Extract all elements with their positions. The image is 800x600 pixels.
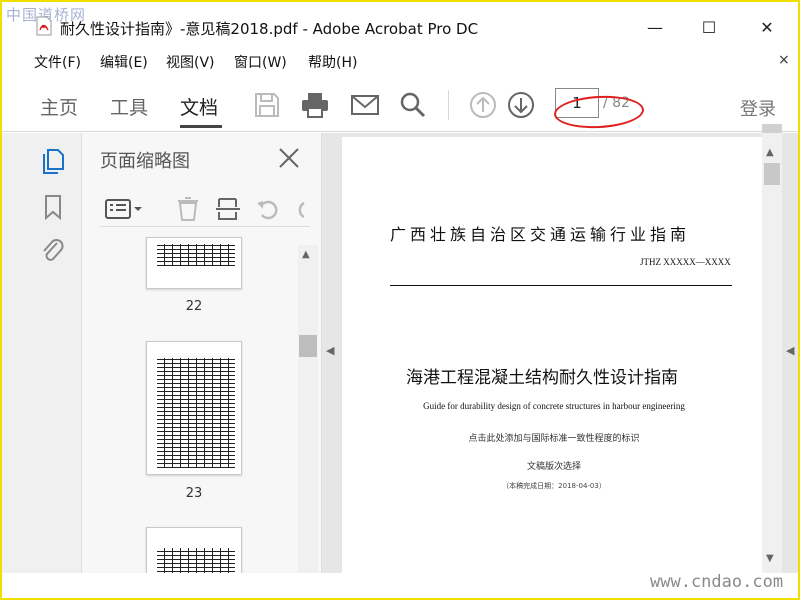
attachments-icon[interactable] xyxy=(40,237,66,265)
title-bar: 中国道桥网 耐久性设计指南》-意见稿2018.pdf - Adobe Acrob… xyxy=(2,2,798,46)
document-scrollbar[interactable]: ▲ ▼ xyxy=(762,133,782,573)
document-title: 海港工程混凝土结构耐久性设计指南 xyxy=(406,368,678,388)
collapse-left-panel-icon[interactable]: ◀ xyxy=(326,344,334,357)
close-document-button[interactable]: × xyxy=(778,52,790,68)
thumbnails-panel: 页面缩略图 22 23 ▲ xyxy=(82,133,322,573)
thumbnail-toolbar xyxy=(100,191,310,227)
options-menu-icon[interactable] xyxy=(104,195,144,223)
bookmarks-icon[interactable] xyxy=(40,193,66,221)
scrollbar-thumb[interactable] xyxy=(299,335,317,357)
menu-help[interactable]: 帮助(H) xyxy=(308,52,357,72)
header-rule xyxy=(390,285,732,286)
scroll-up-icon[interactable]: ▲ xyxy=(302,249,310,260)
document-code: JTHZ XXXXX—XXXX xyxy=(640,257,731,267)
maximize-button[interactable]: ☐ xyxy=(686,14,732,42)
thumbnail-page-24[interactable] xyxy=(146,527,242,573)
scrollbar-thumb[interactable] xyxy=(764,163,780,185)
minimize-button[interactable]: — xyxy=(632,14,678,42)
navigation-rail xyxy=(2,133,82,573)
document-viewer: 广西壮族自治区交通运输行业指南 JTHZ XXXXX—XXXX 海港工程混凝土结… xyxy=(322,133,798,573)
rotate-clockwise-icon[interactable] xyxy=(292,195,308,223)
toolbar-separator xyxy=(448,90,449,120)
document-version: 文稿版次选择 xyxy=(526,462,581,472)
document-date: （本稿完成日期：2018-04-03） xyxy=(502,482,606,490)
menu-file[interactable]: 文件(F) xyxy=(34,52,81,72)
watermark-bottom-right: www.cndao.com xyxy=(650,572,784,592)
active-tab-indicator xyxy=(180,125,222,128)
menu-window[interactable]: 窗口(W) xyxy=(234,52,287,72)
tab-home[interactable]: 主页 xyxy=(40,93,78,120)
delete-page-icon[interactable] xyxy=(174,195,202,223)
previous-page-icon[interactable] xyxy=(468,90,498,120)
pdf-file-icon xyxy=(36,16,52,36)
scroll-down-icon[interactable]: ▼ xyxy=(766,553,774,564)
menu-view[interactable]: 视图(V) xyxy=(166,52,215,72)
extract-page-icon[interactable] xyxy=(214,195,242,223)
tab-tools[interactable]: 工具 xyxy=(110,93,148,120)
thumbnail-page-22[interactable] xyxy=(146,237,242,289)
rotate-counterclockwise-icon[interactable] xyxy=(254,195,282,223)
document-page: 广西壮族自治区交通运输行业指南 JTHZ XXXXX—XXXX 海港工程混凝土结… xyxy=(342,137,762,573)
document-hint: 点击此处添加与国际标准一致性程度的标识 xyxy=(468,434,640,444)
page-thumbnails-icon[interactable] xyxy=(40,147,66,175)
close-panel-icon[interactable] xyxy=(278,147,300,169)
app-window: 中国道桥网 耐久性设计指南》-意见稿2018.pdf - Adobe Acrob… xyxy=(0,0,800,600)
tab-document[interactable]: 文档 xyxy=(180,93,218,120)
menu-edit[interactable]: 编辑(E) xyxy=(100,52,148,72)
menu-bar: 文件(F) 编辑(E) 视图(V) 窗口(W) 帮助(H) × xyxy=(2,48,798,74)
thumbnail-page-23[interactable] xyxy=(146,341,242,475)
thumbnail-label-22: 22 xyxy=(185,299,203,314)
close-window-button[interactable]: ✕ xyxy=(744,14,790,42)
next-page-icon[interactable] xyxy=(506,90,536,120)
save-icon[interactable] xyxy=(252,90,282,120)
document-subtitle: Guide for durability design of concrete … xyxy=(423,401,685,411)
window-title: 耐久性设计指南》-意见稿2018.pdf - Adobe Acrobat Pro… xyxy=(60,20,479,38)
panel-title: 页面缩略图 xyxy=(100,151,190,172)
scroll-up-icon[interactable]: ▲ xyxy=(766,147,774,158)
thumbnail-label-23: 23 xyxy=(185,486,203,501)
email-icon[interactable] xyxy=(350,90,380,120)
thumbnails-scrollbar[interactable]: ▲ xyxy=(298,245,318,573)
search-icon[interactable] xyxy=(398,90,428,120)
document-header: 广西壮族自治区交通运输行业指南 xyxy=(390,225,691,244)
print-icon[interactable] xyxy=(300,90,330,120)
toolbar: 主页 工具 文档 1 / 82 登录 xyxy=(2,78,798,132)
expand-right-panel-icon[interactable]: ◀ xyxy=(786,344,794,357)
sign-in-button[interactable]: 登录 xyxy=(740,95,776,121)
